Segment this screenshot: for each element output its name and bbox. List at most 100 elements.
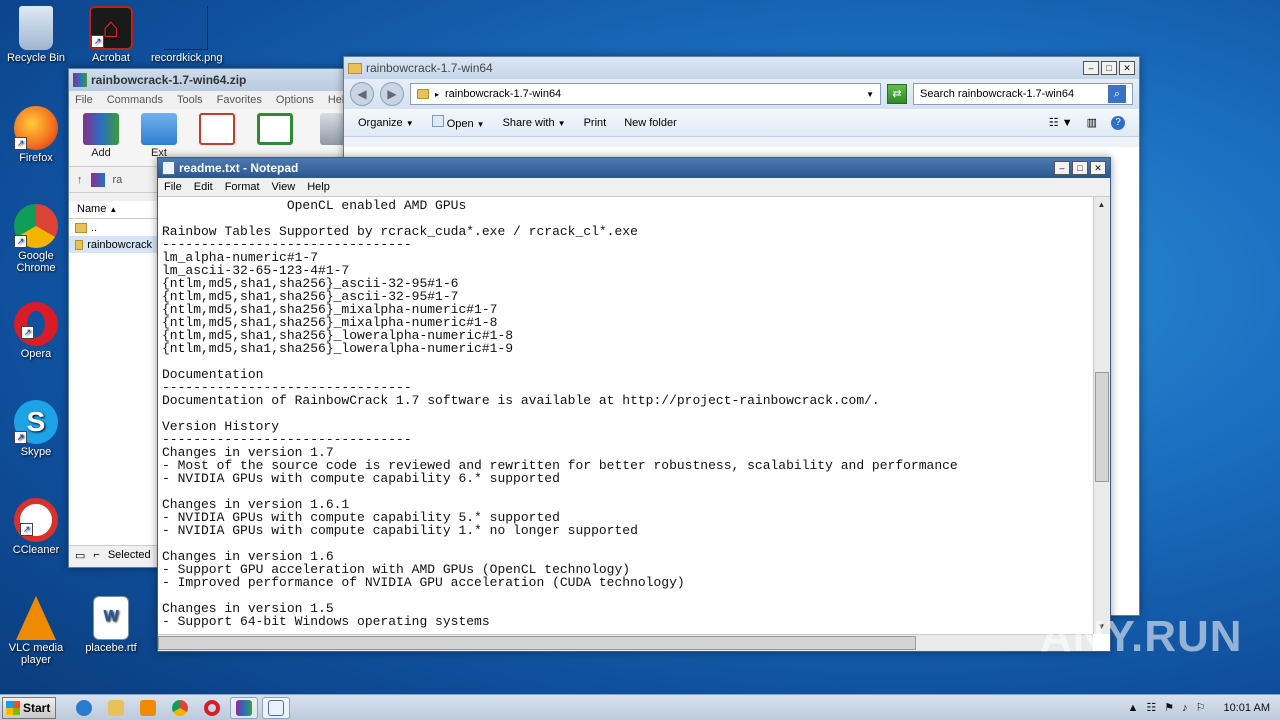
minimize-button[interactable]: – <box>1054 161 1070 175</box>
chrome-icon: ↗ <box>14 204 58 248</box>
taskbar-winrar[interactable] <box>230 696 258 719</box>
menu-file[interactable]: File <box>164 181 182 193</box>
horizontal-scroll-thumb[interactable] <box>158 636 916 650</box>
share-with-label: Share with <box>502 116 555 129</box>
search-input[interactable]: Search rainbowcrack-1.7-win64 ⌕ <box>913 83 1133 105</box>
menu-edit[interactable]: Edit <box>194 181 213 193</box>
vertical-scrollbar[interactable]: ▲ ▼ <box>1093 197 1110 634</box>
desktop-icon-label: Opera <box>20 348 52 360</box>
flag-icon[interactable]: ⚐ <box>1196 701 1206 714</box>
desktop-icon-ccleaner[interactable]: ↗ CCleaner <box>1 498 71 556</box>
menu-options[interactable]: Options <box>276 94 314 106</box>
desktop-icon-recordkick[interactable]: recordkick.png <box>151 6 223 64</box>
taskbar-notepad[interactable] <box>262 696 290 719</box>
help-icon[interactable]: ? <box>1111 115 1125 130</box>
chevron-down-icon[interactable]: ▼ <box>866 90 874 99</box>
menu-tools[interactable]: Tools <box>177 94 203 106</box>
menu-view[interactable]: View <box>272 181 296 193</box>
taskbar-ie[interactable] <box>70 697 98 719</box>
text-line: Documentation of RainbowCrack 1.7 softwa… <box>162 393 880 408</box>
list-item[interactable]: rainbowcrack <box>69 236 158 253</box>
desktop-icon-skype[interactable]: S ↗ Skype <box>1 400 71 458</box>
address-bar[interactable]: ▸ rainbowcrack-1.7-win64 ▼ <box>410 83 881 105</box>
notepad-window-controls: – □ ✕ <box>1054 161 1106 175</box>
notepad-titlebar[interactable]: readme.txt - Notepad – □ ✕ <box>158 158 1110 178</box>
add-button[interactable]: Add <box>79 113 123 162</box>
desktop-icon-acrobat[interactable]: ⌂ ↗ Acrobat <box>76 6 146 64</box>
windows-logo-icon <box>6 700 20 715</box>
desktop-icon-placebe[interactable]: W placebe.rtf <box>76 596 146 654</box>
winrar-app-icon <box>73 73 87 87</box>
organize-label: Organize <box>358 116 403 129</box>
menu-file[interactable]: File <box>75 94 93 106</box>
explorer-window-controls: – □ ✕ <box>1083 61 1135 75</box>
sort-up-icon: ▲ <box>109 205 118 214</box>
list-item[interactable]: .. <box>69 219 158 236</box>
forward-button[interactable]: ▶ <box>380 82 404 106</box>
vertical-scroll-thumb[interactable] <box>1095 372 1109 482</box>
start-button[interactable]: Start <box>2 696 56 719</box>
clock[interactable]: 10:01 AM <box>1224 702 1270 714</box>
notepad-window[interactable]: readme.txt - Notepad – □ ✕ File Edit For… <box>157 157 1111 652</box>
desktop-icon-firefox[interactable]: ↗ Firefox <box>1 106 71 164</box>
desktop-icon-chrome[interactable]: ↗ Google Chrome <box>1 204 71 274</box>
maximize-button[interactable]: □ <box>1072 161 1088 175</box>
desktop-icon-recycle-bin[interactable]: Recycle Bin <box>1 6 71 64</box>
taskbar-media-player[interactable] <box>134 697 162 719</box>
close-button[interactable]: ✕ <box>1119 61 1135 75</box>
test-button[interactable] <box>195 113 239 162</box>
menu-commands[interactable]: Commands <box>107 94 163 106</box>
list-item-label: .. <box>91 221 98 234</box>
menu-favorites[interactable]: Favorites <box>217 94 262 106</box>
horizontal-scrollbar[interactable] <box>158 634 1093 651</box>
explorer-titlebar[interactable]: rainbowcrack-1.7-win64 – □ ✕ <box>344 57 1139 79</box>
winrar-titlebar[interactable]: rainbowcrack-1.7-win64.zip <box>69 69 367 91</box>
taskbar-chrome[interactable] <box>166 697 194 719</box>
desktop-icon-label: Acrobat <box>92 52 130 64</box>
desktop-icon-opera[interactable]: ↗ Opera <box>1 302 71 360</box>
text-line: {ntlm,md5,sha1,sha256}_loweralpha-numeri… <box>162 341 514 356</box>
taskbar-opera[interactable] <box>198 697 226 719</box>
menu-format[interactable]: Format <box>225 181 260 193</box>
organize-button[interactable]: Organize ▼ <box>358 117 414 129</box>
scroll-up-icon[interactable]: ▲ <box>1094 197 1109 212</box>
tray-expand-icon[interactable]: ▲ <box>1128 702 1139 714</box>
network-icon[interactable]: ☷ <box>1146 701 1156 714</box>
name-column-header[interactable]: Name ▲ <box>69 201 158 219</box>
open-button[interactable]: Open ▼ <box>431 115 485 130</box>
volume-icon[interactable]: ♪ <box>1182 702 1188 714</box>
desktop-icon-label: recordkick.png <box>151 52 223 64</box>
view-options-icon[interactable]: ☷ ▼ <box>1049 116 1073 130</box>
menu-help[interactable]: Help <box>307 181 330 193</box>
desktop-icon-vlc[interactable]: VLC media player <box>1 596 71 666</box>
text-line: - NVIDIA GPUs with compute capability 1.… <box>162 523 638 538</box>
add-archive-icon <box>83 113 119 145</box>
refresh-button[interactable]: ⇄ <box>887 84 907 104</box>
drive-icon: ▭ <box>75 550 86 562</box>
view-controls: ☷ ▼ ▥ ? <box>1049 115 1125 130</box>
taskbar-explorer[interactable] <box>102 697 130 719</box>
maximize-button[interactable]: □ <box>1101 61 1117 75</box>
winrar-path-text[interactable]: ra <box>113 174 123 186</box>
text-line: - NVIDIA GPUs with compute capability 6.… <box>162 471 560 486</box>
extract-button[interactable]: Ext <box>137 113 181 162</box>
print-button[interactable]: Print <box>584 117 607 129</box>
back-button[interactable]: ◀ <box>350 82 374 106</box>
minimize-button[interactable]: – <box>1083 61 1099 75</box>
notepad-text-area[interactable]: OpenCL enabled AMD GPUs Rainbow Tables S… <box>158 197 1093 634</box>
breadcrumb-chevron-icon[interactable]: ▸ <box>435 90 439 99</box>
view-button[interactable] <box>253 113 297 162</box>
close-button[interactable]: ✕ <box>1090 161 1106 175</box>
up-arrow-icon[interactable]: ↑ <box>77 174 83 186</box>
skype-icon: S ↗ <box>14 400 58 444</box>
preview-pane-icon[interactable]: ▥ <box>1087 116 1097 130</box>
firefox-icon: ↗ <box>14 106 58 150</box>
winrar-icon <box>236 699 252 716</box>
new-folder-button[interactable]: New folder <box>624 117 677 129</box>
action-center-icon[interactable]: ⚑ <box>1164 701 1174 714</box>
search-icon[interactable]: ⌕ <box>1108 85 1126 103</box>
folder-icon <box>75 222 87 233</box>
text-line: - Improved performance of NVIDIA GPU acc… <box>162 575 685 590</box>
share-with-button[interactable]: Share with ▼ <box>503 117 566 129</box>
text-line: OpenCL enabled AMD GPUs <box>162 198 467 213</box>
